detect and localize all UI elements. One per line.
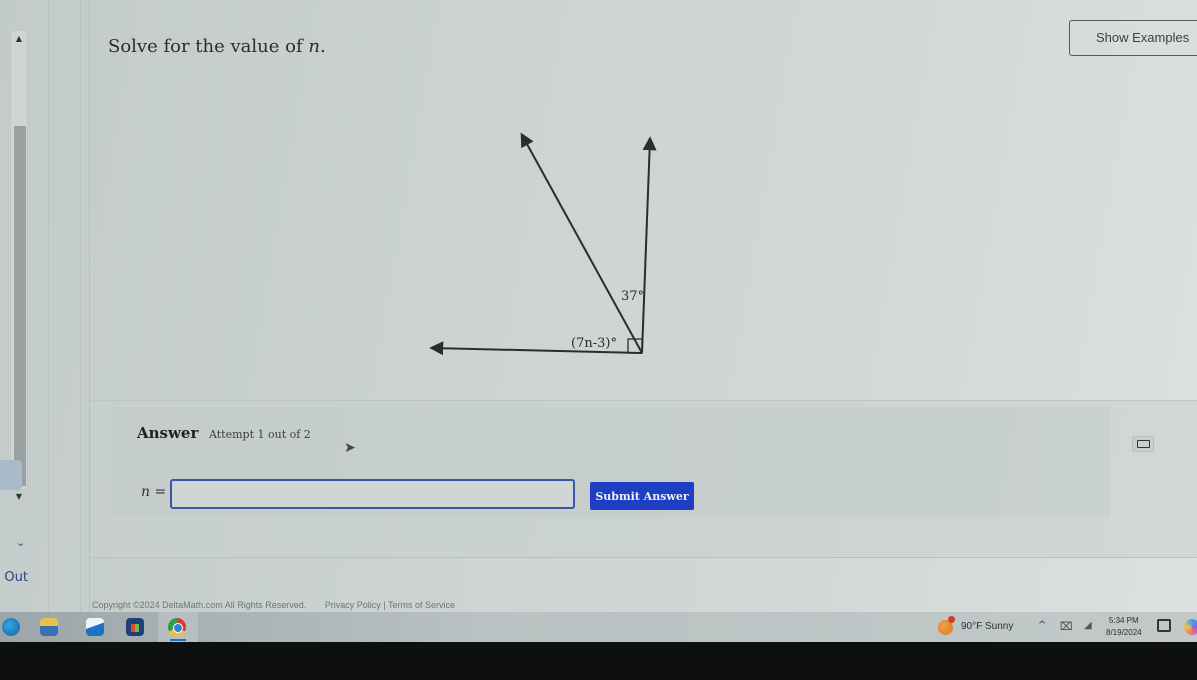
tray-expand-chevron-icon[interactable]: ^: [1038, 620, 1046, 631]
copilot-icon[interactable]: [1184, 619, 1197, 635]
scroll-up-arrow-icon[interactable]: ▲: [14, 35, 24, 43]
submit-answer-button[interactable]: Submit Answer: [590, 482, 694, 510]
scroll-thumb[interactable]: [14, 126, 26, 486]
store-icon[interactable]: [126, 618, 144, 636]
active-app-indicator: [170, 639, 186, 641]
notifications-icon[interactable]: [1157, 619, 1171, 632]
clock-time: 5:34 PM: [1108, 616, 1139, 625]
angle-diagram: 37° (7n-3)°: [429, 132, 657, 356]
equals-sign: =: [150, 484, 167, 500]
edge-icon[interactable]: [2, 618, 20, 636]
show-examples-button[interactable]: Show Examples: [1069, 20, 1197, 56]
system-clock[interactable]: 5:34 PM 8/19/2024: [1106, 615, 1142, 639]
ray-diagonal: [520, 132, 643, 354]
windows-taskbar: 90°F Sunny ^ ⌧ ◢ 5:34 PM 8/19/2024: [0, 612, 1197, 642]
angle-label-bottom: (7n-3)°: [571, 336, 617, 351]
wifi-icon[interactable]: ◢: [1084, 620, 1092, 631]
sidebar-scrollbar[interactable]: ▲ ▼: [10, 30, 28, 501]
copyright-text: Copyright ©2024 DeltaMath.com All Rights…: [92, 600, 307, 610]
weather-text[interactable]: 90°F Sunny: [961, 621, 1013, 632]
question-variable: n: [308, 36, 320, 57]
keyboard-icon: [1137, 440, 1150, 448]
answer-input[interactable]: [170, 479, 575, 509]
attempt-counter: Attempt 1 out of 2: [209, 428, 311, 441]
file-explorer-icon[interactable]: [40, 618, 58, 636]
scroll-down-arrow-icon[interactable]: ▼: [14, 493, 24, 501]
weather-badge: [948, 616, 955, 623]
mouse-cursor-icon: ➤: [344, 440, 356, 456]
answer-variable: n: [141, 484, 151, 500]
mail-icon[interactable]: [86, 618, 104, 636]
chevron-down-icon[interactable]: ⌄: [16, 536, 25, 549]
answer-input-label: n =: [141, 484, 166, 500]
question-suffix: .: [319, 36, 326, 57]
angle-label-top: 37°: [621, 289, 644, 304]
keyboard-toggle-button[interactable]: [1132, 436, 1154, 452]
page-footer: Copyright ©2024 DeltaMath.com All Rights…: [92, 600, 455, 610]
sidebar-selected-item[interactable]: [0, 460, 22, 490]
answer-heading: Answer: [137, 424, 199, 442]
left-sidebar: ▲ ▼ ⌄ g Out: [0, 0, 90, 612]
footer-links[interactable]: Privacy Policy | Terms of Service: [325, 600, 455, 610]
ray-vertical: [641, 136, 657, 354]
clock-date: 8/19/2024: [1106, 628, 1142, 637]
question-text: Solve for the value of: [108, 36, 309, 57]
network-icon[interactable]: ⌧: [1060, 620, 1073, 633]
chrome-icon[interactable]: [168, 618, 186, 636]
divider: [48, 0, 49, 612]
question-prompt: Solve for the value of n.: [108, 36, 326, 57]
browser-viewport: ▲ ▼ ⌄ g Out Solve for the value of n. Sh…: [0, 0, 1197, 612]
divider: [80, 0, 81, 612]
monitor-bezel: [0, 642, 1197, 680]
logout-link[interactable]: g Out: [0, 570, 28, 585]
